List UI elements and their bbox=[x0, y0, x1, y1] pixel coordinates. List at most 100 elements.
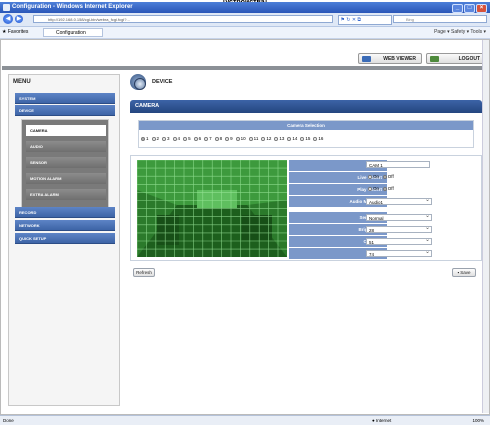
submenu-item-motion-alarm[interactable]: MOTION ALARM bbox=[26, 173, 106, 184]
camera-radio-label: 13 bbox=[279, 136, 285, 141]
camera-radio-label: 4 bbox=[177, 136, 181, 141]
minimize-icon[interactable]: _ bbox=[452, 4, 463, 13]
page-scrollbar[interactable] bbox=[482, 40, 489, 413]
live-covert-radios: On Off bbox=[368, 173, 394, 181]
play-covert-off[interactable]: Off bbox=[382, 186, 394, 191]
side-menu: MENU SYSTEM DEVICE CAMERA AUDIO SENSOR M… bbox=[8, 74, 120, 406]
menu-item-record[interactable]: RECORD bbox=[15, 207, 115, 218]
title-input[interactable]: CAM 1 bbox=[366, 161, 430, 168]
camera-radio-11[interactable]: 11 bbox=[248, 136, 259, 141]
favorites-label: Favorites bbox=[7, 29, 29, 35]
camera-radio-label: 12 bbox=[266, 136, 272, 141]
live-covert-off[interactable]: Off bbox=[382, 174, 394, 179]
camera-radio-label: 9 bbox=[230, 136, 233, 141]
command-bar[interactable]: Page ▾ Safety ▾ Tools ▾ bbox=[434, 29, 486, 36]
search-input[interactable]: Bing bbox=[393, 15, 487, 23]
camera-radio-8[interactable]: 8 bbox=[214, 136, 223, 141]
header-divider bbox=[2, 66, 488, 70]
camera-radio-label: 6 bbox=[198, 136, 202, 141]
window-titlebar: Configuration - Windows Internet Explore… bbox=[0, 2, 490, 13]
preview-grid bbox=[137, 160, 287, 257]
submenu-item-camera[interactable]: CAMERA bbox=[26, 125, 106, 136]
forward-button[interactable]: ▶ bbox=[15, 15, 23, 23]
camera-radio-9[interactable]: 9 bbox=[225, 136, 233, 141]
submenu-item-audio[interactable]: AUDIO bbox=[26, 141, 106, 152]
logout-button[interactable]: LOGOUT bbox=[426, 53, 486, 64]
menu-item-quick-setup[interactable]: QUICK SETUP bbox=[15, 233, 115, 244]
save-button[interactable]: ▪ Save bbox=[452, 268, 476, 277]
camera-radio-group: 1 2 3 4 5 6 7 8 9 10 11 12 13 14 15 16 bbox=[141, 136, 326, 141]
brightness-select[interactable]: 28 bbox=[366, 225, 432, 233]
camera-radio-label: 7 bbox=[209, 136, 212, 141]
favorites-button[interactable]: ★ Favorites bbox=[2, 29, 28, 36]
camera-radio-2[interactable]: 2 bbox=[151, 136, 160, 141]
live-covert-on[interactable]: On bbox=[368, 174, 379, 179]
camera-radio-16[interactable]: 16 bbox=[313, 136, 323, 141]
browser-tab[interactable]: Configuration bbox=[43, 28, 103, 37]
camera-radio-label: 5 bbox=[188, 136, 191, 141]
play-covert-on-label: On bbox=[373, 186, 380, 191]
zone-label: Internet bbox=[375, 418, 392, 423]
camera-radio-label: 2 bbox=[156, 136, 160, 141]
menu-item-system[interactable]: SYSTEM bbox=[15, 93, 115, 104]
sensitivity-select[interactable]: Normal bbox=[366, 213, 432, 221]
logout-icon bbox=[430, 56, 439, 62]
camera-radio-label: 15 bbox=[305, 136, 311, 141]
monitor-icon bbox=[362, 56, 371, 62]
camera-radio-5[interactable]: 5 bbox=[183, 136, 191, 141]
live-covert-off-label: Off bbox=[387, 174, 394, 179]
camera-radio-label: 10 bbox=[240, 136, 246, 141]
camera-radio-label: 14 bbox=[292, 136, 298, 141]
window-title: Configuration - Windows Internet Explore… bbox=[12, 4, 133, 10]
panel-title: CAMERA bbox=[130, 100, 482, 113]
section-header: DEVICE bbox=[130, 74, 480, 92]
camera-radio-10[interactable]: 10 bbox=[235, 136, 246, 141]
submenu-item-sensor[interactable]: SENSOR bbox=[26, 157, 106, 168]
menu-item-device[interactable]: DEVICE bbox=[15, 105, 115, 116]
camera-radio-4[interactable]: 4 bbox=[172, 136, 181, 141]
camera-selection-heading: Camera Selection bbox=[139, 121, 473, 130]
play-covert-radios: On Off bbox=[368, 185, 394, 193]
favorites-bar: ★ Favorites Configuration Page ▾ Safety … bbox=[0, 27, 490, 39]
logout-label: LOGOUT bbox=[458, 56, 480, 62]
menu-title: MENU bbox=[13, 79, 31, 85]
device-submenu: CAMERA AUDIO SENSOR MOTION ALARM EXTRA A… bbox=[21, 119, 109, 209]
camera-radio-label: 8 bbox=[219, 136, 223, 141]
play-covert-off-label: Off bbox=[387, 186, 394, 191]
play-covert-on[interactable]: On bbox=[368, 186, 379, 191]
contrast-select[interactable]: 51 bbox=[366, 237, 432, 245]
ie-icon bbox=[3, 4, 10, 11]
menu-item-network[interactable]: NETWORK bbox=[15, 220, 115, 231]
section-title: DEVICE bbox=[152, 79, 173, 85]
camera-radio-label: 3 bbox=[167, 136, 170, 141]
camera-radio-15[interactable]: 15 bbox=[300, 136, 310, 141]
address-actions[interactable]: ⚑ ↻ ✕ ⧉ bbox=[338, 15, 392, 25]
camera-radio-label: 16 bbox=[318, 136, 324, 141]
close-icon[interactable]: × bbox=[476, 4, 487, 13]
address-input[interactable]: http://192.168.0.158/cgi-bin/webra_fcgi.… bbox=[33, 15, 333, 23]
submenu-item-extra-alarm[interactable]: EXTRA ALARM bbox=[26, 189, 106, 200]
web-viewer-button[interactable]: WEB VIEWER bbox=[358, 53, 422, 64]
camera-radio-14[interactable]: 14 bbox=[287, 136, 297, 141]
camera-radio-1[interactable]: 1 bbox=[141, 136, 149, 141]
camera-radio-13[interactable]: 13 bbox=[274, 136, 284, 141]
camera-selection: Camera Selection 1 2 3 4 5 6 7 8 9 10 11 12 13 14 15 16 bbox=[138, 120, 474, 148]
camera-radio-label: 11 bbox=[253, 136, 259, 141]
camera-radio-label: 1 bbox=[146, 136, 149, 141]
camera-radio-12[interactable]: 12 bbox=[261, 136, 271, 141]
camera-radio-3[interactable]: 3 bbox=[162, 136, 170, 141]
address-toolbar: ◀ ▶ http://192.168.0.158/cgi-bin/webra_f… bbox=[0, 13, 490, 27]
save-label: Save bbox=[460, 270, 471, 275]
app-topbar: WEB VIEWER LOGOUT bbox=[2, 40, 488, 66]
camera-radio-6[interactable]: 6 bbox=[193, 136, 202, 141]
camera-preview[interactable] bbox=[137, 160, 287, 257]
refresh-button[interactable]: Refresh bbox=[133, 268, 155, 277]
color-select[interactable]: 74 bbox=[366, 249, 432, 257]
back-button[interactable]: ◀ bbox=[3, 14, 13, 24]
maximize-icon[interactable]: □ bbox=[464, 4, 475, 13]
audio-mapping-select[interactable]: Audio1 bbox=[366, 197, 432, 205]
camera-radio-7[interactable]: 7 bbox=[204, 136, 212, 141]
camera-logo-icon bbox=[130, 74, 146, 90]
live-covert-on-label: On bbox=[373, 174, 380, 179]
web-viewer-label: WEB VIEWER bbox=[383, 56, 416, 62]
